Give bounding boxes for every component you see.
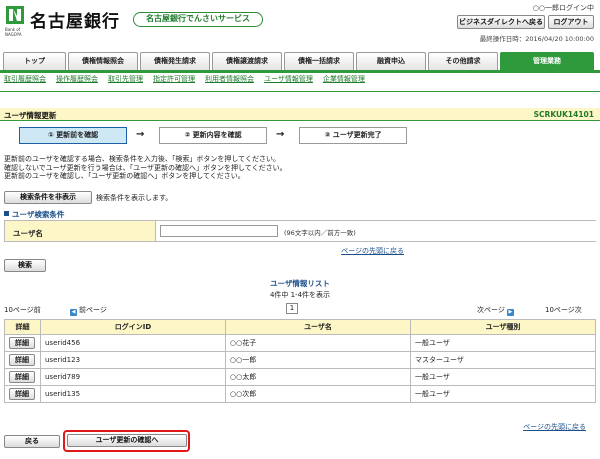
subnav-user-info-management[interactable]: ユーザ情報管理 (264, 74, 313, 88)
instruction-line: 更新前のユーザを確認し、「ユーザ更新の確認へ」ボタンを押してください。 (4, 172, 245, 180)
table-row: 詳細 userid789 ○○太郎 一般ユーザ (4, 368, 596, 386)
search-section-label: ユーザ検索条件 (12, 210, 65, 219)
header-login-id: ログインID (40, 319, 226, 335)
prev-arrow-icon: ◀ (70, 309, 77, 316)
user-name-label: ユーザ名 (13, 229, 43, 238)
toggle-search-button[interactable]: 検索条件を非表示 (4, 191, 92, 204)
tab-top[interactable]: トップ (3, 52, 66, 70)
bank-logo-icon (6, 6, 24, 24)
user-list-table: 詳細 ログインID ユーザ名 ユーザ種別 詳細 userid456 ○○花子 一… (4, 319, 596, 403)
search-section-title: ユーザ検索条件 (4, 209, 64, 220)
instruction-line: 確認しないでユーザ更新を行う場合は、「ユーザ更新の確認へ」ボタンを押してください… (4, 163, 287, 172)
user-name-cell: ○○太郎 (225, 368, 411, 386)
instruction-line: 更新前のユーザを確認する場合、検索条件を入力後、「検索」ボタンを押してください。 (4, 155, 280, 163)
step-1: ① 更新前を確認 (19, 127, 127, 144)
tab-credit-issue[interactable]: 債権発生請求 (140, 52, 210, 70)
user-name-input[interactable] (160, 225, 278, 237)
login-id-cell: userid789 (40, 368, 226, 386)
subnav-company-info-management[interactable]: 企業情報管理 (323, 74, 365, 88)
back-to-top-link[interactable]: ページの先頭に戻る (523, 422, 586, 432)
next-arrow-icon: ▶ (506, 309, 514, 316)
bank-name: 名古屋銀行 (30, 12, 120, 32)
table-row: 詳細 userid456 ○○花子 一般ユーザ (4, 334, 596, 352)
prev-page[interactable]: ◀ 前ページ (68, 305, 107, 316)
user-name-hint: (96文字以内／前方一致) (284, 229, 356, 237)
step-2: ② 更新内容を確認 (159, 127, 267, 144)
next-page[interactable]: 次ページ ▶ (477, 305, 516, 316)
next-page-label: 次ページ (477, 306, 505, 314)
detail-button[interactable]: 詳細 (9, 354, 35, 366)
detail-button[interactable]: 詳細 (9, 388, 35, 400)
search-form: ユーザ名 (96文字以内／前方一致) (4, 220, 596, 242)
page-number[interactable]: 1 (286, 303, 298, 314)
header-user-name: ユーザ名 (225, 319, 411, 335)
toggle-search-note: 検索条件を表示します。 (96, 194, 173, 202)
logout-button[interactable]: ログアウト (548, 15, 594, 29)
header: Bank of NAGOYA 名古屋銀行 名古屋銀行でんさいサービス ○○一郎ロ… (0, 0, 600, 44)
user-type-cell: 一般ユーザ (410, 334, 596, 352)
user-name-cell: ○○次郎 (225, 385, 411, 403)
subnav-permission-management[interactable]: 指定許可管理 (153, 74, 195, 88)
login-id-cell: userid123 (40, 351, 226, 369)
tab-other-request[interactable]: その他請求 (428, 52, 498, 70)
user-name-cell: ○○一郎 (225, 351, 411, 369)
sub-nav: 取引履歴照会 操作履歴照会 取引先管理 指定許可管理 利用者情報照会 ユーザ情報… (4, 74, 365, 88)
tab-credit-transfer[interactable]: 債権譲渡請求 (212, 52, 282, 70)
tab-batch-request[interactable]: 債権一括請求 (284, 52, 354, 70)
back-button[interactable]: 戻る (4, 435, 60, 448)
tab-management[interactable]: 管理業務 (500, 52, 594, 70)
next-10-pages[interactable]: 10ページ次 (545, 305, 582, 315)
logo-subtext: Bank of NAGOYA (5, 27, 22, 37)
step-arrow-icon: → (136, 129, 145, 140)
screen-id: SCRKUK14101 (533, 110, 594, 119)
user-type-cell: マスターユーザ (410, 351, 596, 369)
login-id-cell: userid456 (40, 334, 226, 352)
user-name-cell: ○○花子 (225, 334, 411, 352)
header-user-type: ユーザ種別 (410, 319, 596, 335)
subnav-divider (0, 91, 600, 92)
login-id-cell: userid135 (40, 385, 226, 403)
user-type-cell: 一般ユーザ (410, 368, 596, 386)
subnav-partner-management[interactable]: 取引先管理 (108, 74, 143, 88)
instructions: 更新前のユーザを確認する場合、検索条件を入力後、「検索」ボタンを押してください。… (4, 155, 287, 181)
search-button[interactable]: 検索 (4, 259, 46, 272)
list-count: 4件中 1-4件を表示 (269, 291, 331, 299)
user-login-status: ○○一郎ログイン中 (532, 4, 594, 12)
header-detail: 詳細 (4, 319, 41, 335)
tab-credit-inquiry[interactable]: 債権情報照会 (68, 52, 138, 70)
nav-divider (0, 70, 600, 73)
step-3: ③ ユーザ更新完了 (299, 127, 407, 144)
user-name-cell: (96文字以内／前方一致) (155, 221, 596, 241)
service-name: 名古屋銀行でんさいサービス (133, 12, 263, 27)
business-direct-button[interactable]: ビジネスダイレクトへ戻る (457, 15, 545, 29)
global-nav: トップ 債権情報照会 債権発生請求 債権譲渡請求 債権一括請求 融資申込 その他… (3, 52, 597, 70)
last-operation-time: 最終操作日時：2016/04/20 10:00:00 (479, 35, 594, 43)
section-square-icon (4, 211, 9, 216)
detail-button[interactable]: 詳細 (9, 371, 35, 383)
prev-page-label: 前ページ (79, 306, 107, 314)
table-row: 詳細 userid135 ○○次郎 一般ユーザ (4, 385, 596, 403)
prev-10-pages[interactable]: 10ページ前 (4, 305, 41, 315)
subnav-operation-history[interactable]: 操作履歴照会 (56, 74, 98, 88)
page-title-bar: ユーザ情報更新 SCRKUK14101 (0, 108, 600, 121)
tab-loan[interactable]: 融資申込 (356, 52, 426, 70)
back-to-top-link[interactable]: ページの先頭に戻る (341, 246, 404, 256)
page-title: ユーザ情報更新 (4, 111, 57, 120)
subnav-transaction-history[interactable]: 取引履歴照会 (4, 74, 46, 88)
detail-button[interactable]: 詳細 (9, 337, 35, 349)
step-arrow-icon: → (276, 129, 285, 140)
list-title: ユーザ情報リスト (270, 279, 330, 288)
table-row: 詳細 userid123 ○○一郎 マスターユーザ (4, 351, 596, 369)
user-type-cell: 一般ユーザ (410, 385, 596, 403)
subnav-user-info-inquiry[interactable]: 利用者情報照会 (205, 74, 254, 88)
confirm-update-button[interactable]: ユーザ更新の確認へ (67, 434, 187, 447)
